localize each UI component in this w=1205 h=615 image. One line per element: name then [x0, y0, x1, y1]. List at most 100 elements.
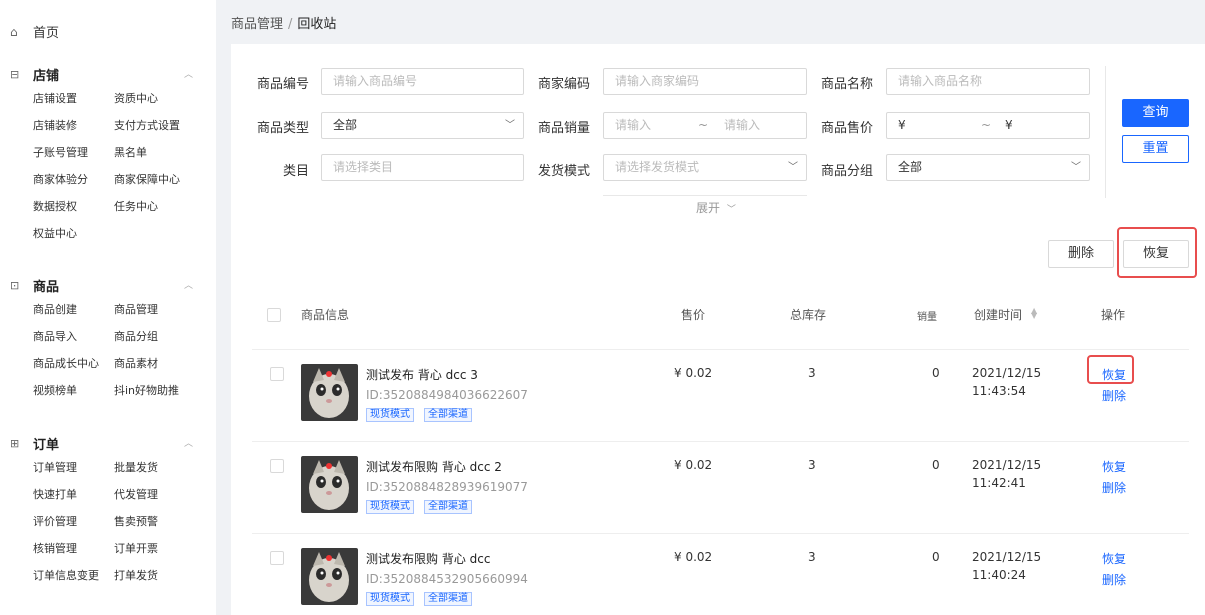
header-sales: 销量 [917, 312, 937, 323]
reset-button[interactable]: 重置 [1122, 135, 1189, 163]
category-select[interactable]: 请选择类目 [321, 154, 524, 181]
bulk-delete-button[interactable]: 删除 [1048, 240, 1114, 268]
product-thumbnail [301, 456, 358, 513]
sidebar-item[interactable]: 黑名单 [114, 145, 195, 172]
row-delete-link[interactable]: 删除 [1102, 387, 1126, 404]
sidebar-section-header[interactable]: ⊟ 店铺 ︿ [0, 64, 216, 84]
product-name[interactable]: 测试发布 背心 dcc 3 [366, 366, 478, 383]
price-value: ¥ 0.02 [674, 366, 713, 380]
stock-value: 3 [808, 366, 816, 380]
row-checkbox[interactable] [270, 459, 284, 473]
price-range: ¥ ~ ¥ [886, 112, 1090, 139]
row-divider [252, 349, 1189, 350]
sidebar-section-title: 订单 [33, 437, 60, 453]
product-name[interactable]: 测试发布限购 背心 dcc [366, 550, 490, 567]
expand-toggle[interactable]: 展开 ﹀ [696, 199, 736, 216]
sidebar-item[interactable]: 快速打单 [33, 487, 114, 514]
product-thumbnail [301, 548, 358, 605]
sidebar-section-header[interactable]: ⊡ 商品 ︿ [0, 275, 216, 295]
product-id: ID:3520884984036622607 [366, 388, 528, 402]
sidebar-item[interactable]: 资质中心 [114, 91, 195, 118]
tag-channel: 全部渠道 [424, 592, 472, 606]
shop-icon: ⊟ [10, 67, 20, 81]
created-date: 2021/12/15 [972, 458, 1042, 472]
sidebar-item[interactable]: 批量发货 [114, 460, 195, 487]
category-label: 类目 [282, 164, 309, 179]
sidebar-item-home[interactable]: ⌂ 首页 [10, 22, 59, 42]
sidebar-item[interactable]: 商家保障中心 [114, 172, 195, 199]
sidebar-item[interactable]: 数据授权 [33, 199, 114, 226]
product-type-select[interactable]: 全部 ﹀ [321, 112, 524, 139]
price-label: 商品售价 [820, 121, 873, 136]
product-name[interactable]: 测试发布限购 背心 dcc 2 [366, 458, 502, 475]
sidebar-item[interactable]: 子账号管理 [33, 145, 114, 172]
product-name-label: 商品名称 [820, 77, 873, 92]
created-time: 11:40:24 [972, 568, 1026, 582]
header-created[interactable]: 创建时间 [974, 306, 1022, 323]
product-name-input[interactable]: 请输入商品名称 [886, 68, 1090, 95]
row-delete-link[interactable]: 删除 [1102, 571, 1126, 588]
tag-channel: 全部渠道 [424, 500, 472, 514]
sales-max-input[interactable]: 请输入 [724, 113, 760, 138]
sidebar-item[interactable]: 商品创建 [33, 302, 114, 329]
sidebar-item[interactable]: 代发管理 [114, 487, 195, 514]
product-type-value: 全部 [333, 118, 358, 132]
sidebar-item[interactable]: 打单发货 [114, 568, 195, 595]
sidebar-item[interactable]: 支付方式设置 [114, 118, 195, 145]
header-stock: 总库存 [790, 308, 827, 322]
sidebar-item[interactable]: 商品管理 [114, 302, 195, 329]
sidebar-item[interactable]: 店铺设置 [33, 91, 114, 118]
sales-min-input[interactable]: 请输入 [615, 113, 651, 138]
home-icon: ⌂ [10, 24, 18, 39]
category-placeholder: 请选择类目 [333, 160, 394, 174]
sidebar-item[interactable]: 店铺装修 [33, 118, 114, 145]
sidebar-item[interactable]: 核销管理 [33, 541, 114, 568]
row-restore-link[interactable]: 恢复 [1102, 550, 1126, 567]
ship-mode-select[interactable]: 请选择发货模式 ﹀ [603, 154, 807, 181]
breadcrumb-parent[interactable]: 商品管理 [231, 17, 283, 32]
header-product-info: 商品信息 [301, 308, 350, 322]
sidebar-item[interactable]: 订单管理 [33, 460, 114, 487]
stock-value: 3 [808, 550, 816, 564]
stock-value: 3 [808, 458, 816, 472]
row-checkbox[interactable] [270, 367, 284, 381]
group-select[interactable]: 全部 ﹀ [886, 154, 1090, 181]
lock-icon: ⊡ [10, 278, 20, 292]
tag-stock-mode: 现货模式 [366, 408, 414, 422]
sidebar-item[interactable]: 商品分组 [114, 329, 195, 356]
filter-divider [1105, 66, 1106, 198]
sidebar-item[interactable]: 订单开票 [114, 541, 195, 568]
query-button[interactable]: 查询 [1122, 99, 1189, 127]
sort-icon[interactable]: ▲ ▼ [1031, 307, 1037, 320]
group-value: 全部 [898, 160, 923, 174]
expand-divider [603, 195, 807, 196]
row-delete-link[interactable]: 删除 [1102, 479, 1126, 496]
sidebar-item[interactable]: 售卖预警 [114, 514, 195, 541]
chevron-down-icon: ﹀ [726, 205, 736, 215]
sidebar-item[interactable]: 商品成长中心 [33, 356, 114, 383]
sidebar-section-header[interactable]: ⊞ 订单 ︿ [0, 433, 216, 453]
sidebar-item[interactable]: 商品导入 [33, 329, 114, 356]
price-min-input[interactable]: ¥ [898, 113, 906, 138]
chevron-up-icon[interactable]: ︿ [184, 67, 193, 80]
chevron-down-icon: ﹀ [505, 120, 515, 131]
sidebar-item[interactable]: 商家体验分 [33, 172, 114, 199]
chevron-up-icon[interactable]: ︿ [184, 278, 193, 291]
sidebar-item[interactable]: 评价管理 [33, 514, 114, 541]
select-all-checkbox[interactable] [267, 308, 281, 322]
sidebar-item[interactable]: 订单信息变更 [33, 568, 114, 595]
sidebar-item[interactable]: 权益中心 [33, 226, 114, 253]
created-date: 2021/12/15 [972, 550, 1042, 564]
price-max-input[interactable]: ¥ [1005, 113, 1013, 138]
row-checkbox[interactable] [270, 551, 284, 565]
product-no-input[interactable]: 请输入商品编号 [321, 68, 524, 95]
chevron-up-icon[interactable]: ︿ [184, 436, 193, 449]
sidebar-item[interactable]: 抖in好物助推 [114, 383, 195, 410]
sidebar-item[interactable]: 视频榜单 [33, 383, 114, 410]
sidebar-item[interactable]: 商品素材 [114, 356, 195, 383]
breadcrumb-current: 回收站 [297, 17, 337, 32]
merchant-code-input[interactable]: 请输入商家编码 [603, 68, 807, 95]
sidebar-item[interactable]: 任务中心 [114, 199, 195, 226]
row-restore-link[interactable]: 恢复 [1102, 458, 1126, 475]
sales-value: 0 [932, 366, 940, 380]
